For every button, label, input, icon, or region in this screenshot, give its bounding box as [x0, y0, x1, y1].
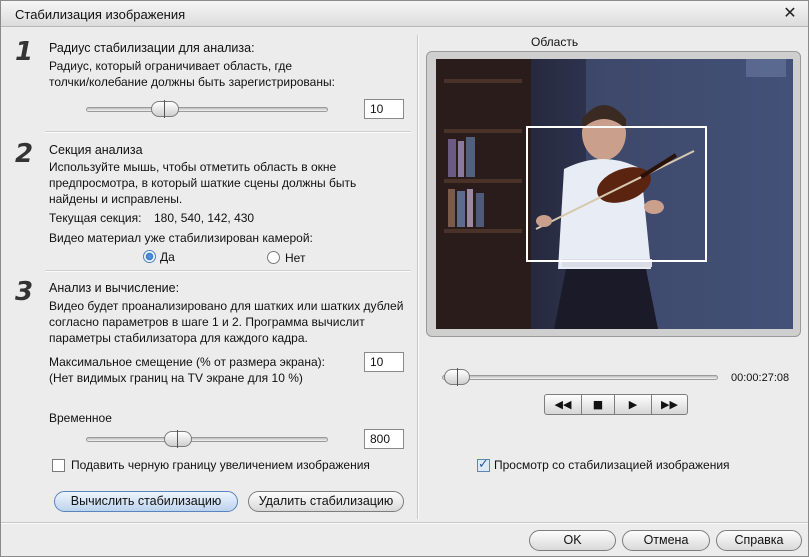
- title-bar: Стабилизация изображения ✕: [1, 1, 808, 27]
- radius-slider-track: [86, 107, 328, 112]
- stabilization-dialog: Стабилизация изображения ✕ 1 Радиус стаб…: [0, 0, 809, 557]
- rewind-icon[interactable]: ◀◀: [544, 394, 582, 415]
- ok-button[interactable]: OK: [529, 530, 616, 551]
- step-3-number: 3: [15, 277, 34, 307]
- remove-stabilization-button[interactable]: Удалить стабилизацию: [248, 491, 404, 512]
- current-section-label: Текущая секция:: [49, 211, 142, 225]
- temporal-slider-thumb[interactable]: [164, 430, 192, 448]
- current-section-value: 180, 540, 142, 430: [154, 211, 255, 225]
- fast-forward-icon[interactable]: ▶▶: [651, 394, 688, 415]
- temporal-slider-track: [86, 437, 328, 442]
- radio-no[interactable]: [267, 251, 280, 264]
- play-icon[interactable]: ▶: [614, 394, 652, 415]
- step-2-heading: Секция анализа: [49, 143, 143, 157]
- panel-divider: [417, 35, 418, 519]
- step-2-number: 2: [15, 139, 34, 169]
- step-3-description-line1: Видео будет проанализировано для шатких …: [49, 299, 404, 313]
- preview-frame: [426, 51, 801, 337]
- stabilized-preview-checkbox[interactable]: [477, 457, 490, 472]
- radius-slider-thumb[interactable]: [151, 100, 179, 118]
- cancel-button[interactable]: Отмена: [622, 530, 710, 551]
- step-2-description-line2: предпросмотра, в который шаткие сцены до…: [49, 176, 357, 190]
- step-3-description-line3: параметры стабилизатора для каждого кадр…: [49, 331, 308, 345]
- radius-slider[interactable]: [86, 99, 328, 119]
- temporal-value-field[interactable]: 800: [364, 429, 404, 449]
- timecode-display: 00:00:27:08: [731, 372, 790, 384]
- step-1-number: 1: [15, 37, 34, 67]
- divider: [45, 270, 411, 271]
- radius-value-field[interactable]: 10: [364, 99, 404, 119]
- close-icon[interactable]: ✕: [782, 6, 798, 22]
- compute-stabilization-button[interactable]: Вычислить стабилизацию: [54, 491, 238, 512]
- step-1-heading: Радиус стабилизации для анализа:: [49, 41, 255, 55]
- radio-no-label[interactable]: Нет: [285, 250, 305, 266]
- camera-stabilized-question: Видео материал уже стабилизирован камеро…: [49, 231, 313, 245]
- radio-yes[interactable]: [143, 250, 156, 263]
- step-3-description-line2: согласно параметров в шаге 1 и 2. Програ…: [49, 315, 365, 329]
- help-button[interactable]: Справка: [716, 530, 802, 551]
- timeline-scrubber[interactable]: [442, 367, 718, 387]
- footer-divider: [1, 522, 808, 523]
- step-2-description-line3: найдены и исправлены.: [49, 192, 183, 206]
- stabilized-preview-label[interactable]: Просмотр со стабилизацией изображения: [494, 457, 730, 473]
- max-shift-field[interactable]: 10: [364, 352, 404, 372]
- max-shift-note: (Нет видимых границ на TV экране для 10 …: [49, 371, 303, 385]
- step-1-description-line2: толчки/колебание должны быть зарегистрир…: [49, 75, 335, 89]
- step-1-description-line1: Радиус, который ограничивает область, гд…: [49, 59, 292, 73]
- suppress-border-checkbox[interactable]: [52, 459, 65, 472]
- analysis-section-rectangle[interactable]: [526, 126, 707, 262]
- max-shift-label: Максимальное смещение (% от размера экра…: [49, 355, 325, 369]
- suppress-border-label[interactable]: Подавить черную границу увеличением изоб…: [71, 457, 370, 473]
- stop-icon[interactable]: ■: [581, 394, 615, 415]
- video-preview[interactable]: [436, 59, 793, 329]
- step-2-description-line1: Используйте мышь, чтобы отметить область…: [49, 160, 337, 174]
- temporal-slider[interactable]: [86, 429, 328, 449]
- step-3-heading: Анализ и вычисление:: [49, 281, 180, 295]
- radio-yes-label[interactable]: Да: [160, 249, 175, 265]
- divider: [45, 131, 411, 132]
- temporal-label: Временное: [49, 411, 112, 425]
- timeline-thumb[interactable]: [444, 368, 470, 386]
- window-title: Стабилизация изображения: [15, 7, 186, 22]
- preview-area-label: Область: [531, 35, 579, 49]
- timeline-track: [442, 375, 718, 380]
